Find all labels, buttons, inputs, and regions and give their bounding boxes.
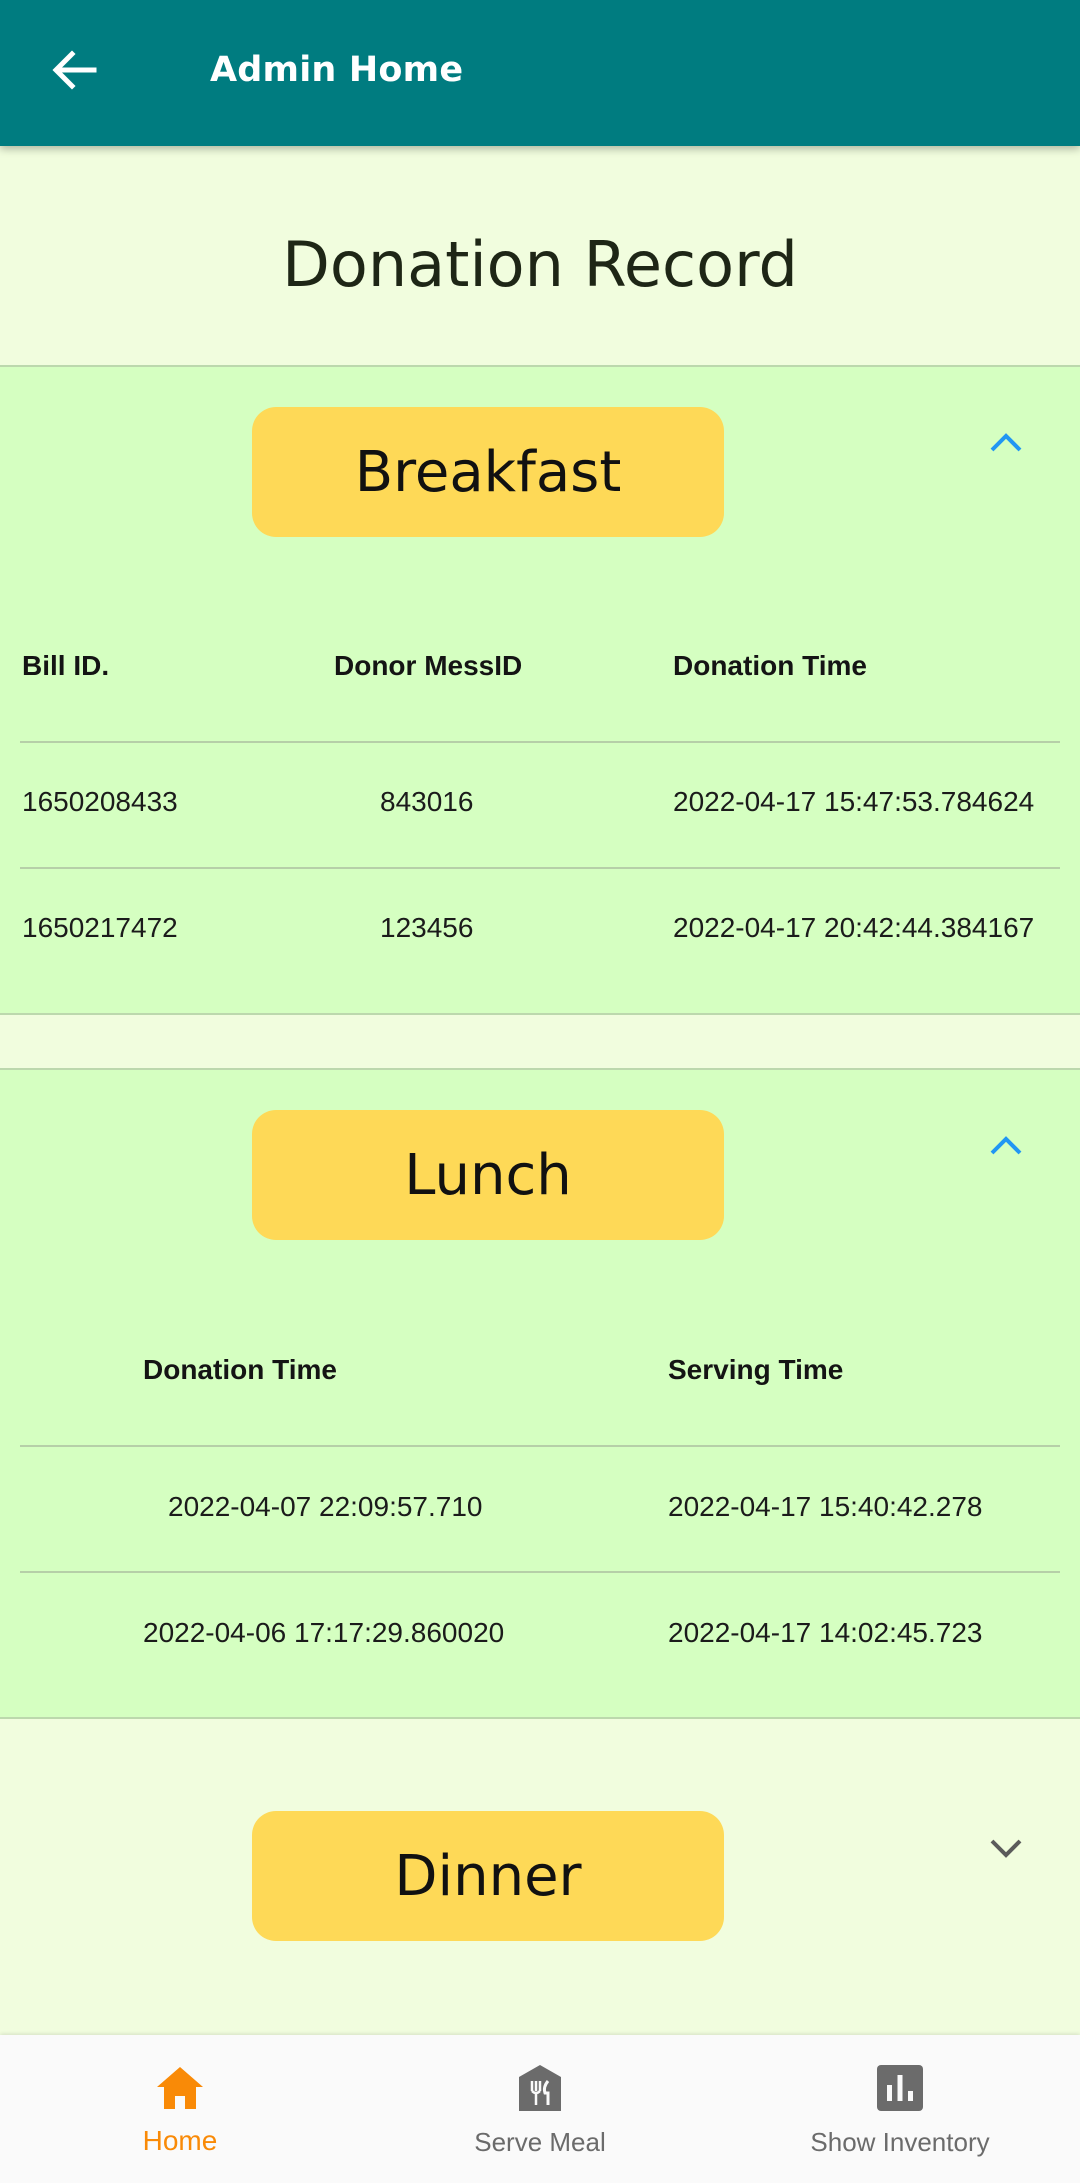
lunch-button[interactable]: Lunch — [252, 1110, 724, 1240]
nav-label-home: Home — [142, 2125, 218, 2156]
chevron-up-icon[interactable] — [984, 1124, 1028, 1168]
donation-time-cell: 2022-04-07 22:09:57.710 — [168, 1491, 483, 1522]
nav-item-serve-meal[interactable]: Serve Meal — [360, 2035, 720, 2183]
page-title: Donation Record — [282, 228, 798, 301]
column-header-donor-messid: Donor MessID — [334, 650, 523, 681]
divider — [20, 741, 1060, 743]
nav-item-home[interactable]: Home — [0, 2035, 360, 2183]
divider — [20, 1571, 1060, 1573]
divider — [20, 1445, 1060, 1447]
nav-label-serve-meal: Serve Meal — [474, 2127, 606, 2157]
chevron-up-icon[interactable] — [984, 421, 1028, 465]
divider — [20, 867, 1060, 869]
serving-time-cell: 2022-04-17 14:02:45.723 — [668, 1617, 983, 1648]
app-bar: Admin Home — [0, 0, 1080, 146]
app-bar-title: Admin Home — [210, 50, 464, 90]
arrow-left-icon[interactable] — [48, 44, 100, 96]
restaurant-icon — [515, 2063, 565, 2113]
bottom-navigation: Home Serve Meal Show Inventory — [0, 2035, 1080, 2183]
breakfast-panel: Breakfast Bill ID. Donor MessID Donation… — [0, 365, 1080, 1015]
serving-time-cell: 2022-04-17 15:40:42.278 — [668, 1491, 983, 1522]
donation-time-cell: 2022-04-06 17:17:29.860020 — [143, 1617, 505, 1648]
divider — [0, 1013, 1080, 1015]
bill-id-cell: 1650208433 — [22, 786, 178, 817]
breakfast-button[interactable]: Breakfast — [252, 407, 724, 537]
dinner-button[interactable]: Dinner — [252, 1811, 724, 1941]
bill-id-cell: 1650217472 — [22, 912, 178, 943]
donation-time-cell: 2022-04-17 15:47:53.784624 — [673, 786, 1035, 817]
home-icon — [155, 2063, 205, 2113]
nav-item-show-inventory[interactable]: Show Inventory — [720, 2035, 1080, 2183]
donation-time-cell: 2022-04-17 20:42:44.384167 — [673, 912, 1035, 943]
divider — [0, 1717, 1080, 1719]
lunch-panel: Lunch Donation Time Serving Time 2022-04… — [0, 1068, 1080, 1719]
column-header-donation-time: Donation Time — [673, 650, 867, 681]
column-header-serving-time: Serving Time — [668, 1354, 844, 1385]
column-header-donation-time: Donation Time — [143, 1354, 337, 1385]
donor-messid-cell: 123456 — [380, 912, 474, 943]
nav-label-show-inventory: Show Inventory — [810, 2127, 990, 2157]
donor-messid-cell: 843016 — [380, 786, 474, 817]
column-header-bill-id: Bill ID. — [22, 650, 110, 681]
chevron-down-icon[interactable] — [984, 1826, 1028, 1870]
bar-chart-icon — [875, 2063, 925, 2113]
